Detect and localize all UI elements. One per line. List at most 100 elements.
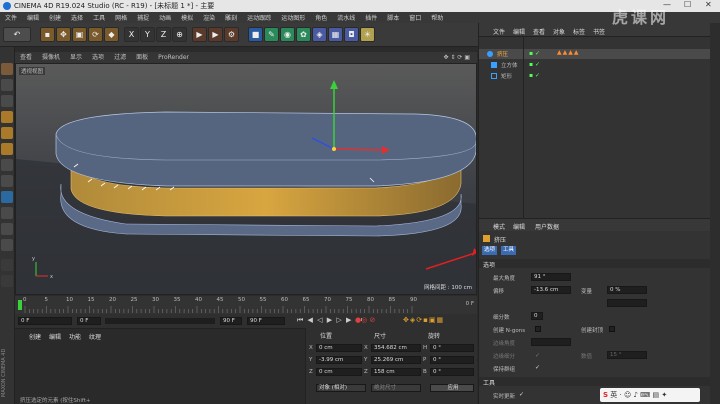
- points-mode-icon[interactable]: [1, 111, 13, 123]
- viewport-menu-cameras[interactable]: 摄像机: [37, 52, 65, 63]
- viewport-menu-options[interactable]: 选项: [87, 52, 109, 63]
- attr-menu-edit[interactable]: 编辑: [513, 222, 525, 231]
- start-frame-field[interactable]: 0 F: [18, 317, 72, 325]
- material-menu-create[interactable]: 创建: [29, 332, 41, 341]
- tab-options[interactable]: 选项: [482, 246, 498, 255]
- deformer-icon[interactable]: ◈: [312, 27, 327, 42]
- size-y-field[interactable]: 25.269 cm: [371, 356, 421, 364]
- menu-script[interactable]: 脚本: [382, 12, 404, 22]
- rot-b-field[interactable]: 0 °: [430, 368, 474, 376]
- material-menu-edit[interactable]: 编辑: [49, 332, 61, 341]
- menu-animate[interactable]: 动画: [154, 12, 176, 22]
- edge-subdivision-checkbox[interactable]: ✓: [535, 352, 540, 359]
- menu-mesh[interactable]: 网格: [110, 12, 132, 22]
- pos-y-field[interactable]: -3.99 cm: [316, 356, 362, 364]
- array-icon[interactable]: ✿: [296, 27, 311, 42]
- timeline[interactable]: 0 5 10 15 20 25 30 35 40 45 50 55 60 65 70 75 80 85 90 0 F: [15, 296, 477, 314]
- pos-x-field[interactable]: 0 cm: [316, 344, 362, 352]
- playback-controls[interactable]: ⏮ ◀ ◁ ▶ ▷ ▶ ⏭: [297, 316, 363, 325]
- size-mode-select[interactable]: 绝对尺寸: [371, 384, 421, 392]
- edge-angle-field[interactable]: [531, 338, 571, 346]
- pos-z-field[interactable]: 0 cm: [316, 368, 362, 376]
- frame-range-slider[interactable]: [105, 318, 215, 324]
- cube-icon[interactable]: ■: [248, 27, 263, 42]
- recent-tool-icon[interactable]: ◆: [104, 27, 119, 42]
- menu-file[interactable]: 文件: [0, 12, 22, 22]
- record-keys-icon[interactable]: ●◎ ⊘: [355, 316, 375, 324]
- texture-mode-icon[interactable]: [1, 95, 13, 107]
- lock-workplane-icon[interactable]: [1, 207, 13, 219]
- move-icon[interactable]: ✥: [56, 27, 71, 42]
- menu-create[interactable]: 创建: [44, 12, 66, 22]
- object-row-cube[interactable]: 立方体 ▪ ✓: [479, 60, 711, 70]
- obj-menu-edit[interactable]: 编辑: [513, 27, 525, 36]
- viewport-menu-panel[interactable]: 面板: [131, 52, 153, 63]
- rectangle-visibility-icon[interactable]: ▪ ✓: [529, 72, 540, 79]
- menu-character[interactable]: 角色: [310, 12, 332, 22]
- size-x-field[interactable]: 354.682 cm: [371, 344, 421, 352]
- material-menu-texture[interactable]: 纹理: [89, 332, 101, 341]
- rot-p-field[interactable]: 0 °: [430, 356, 474, 364]
- viewport-menu-view[interactable]: 查看: [15, 52, 37, 63]
- axis-x-button[interactable]: X: [124, 27, 139, 42]
- viewport-menu-prorender[interactable]: ProRender: [153, 52, 194, 63]
- obj-menu-bookmarks[interactable]: 书签: [593, 27, 605, 36]
- menu-mograph[interactable]: 运动图形: [276, 12, 310, 22]
- pen-icon[interactable]: ✎: [264, 27, 279, 42]
- maximize-button[interactable]: ☐: [684, 0, 691, 9]
- menu-pipeline[interactable]: 流水线: [332, 12, 360, 22]
- menu-plugins[interactable]: 插件: [360, 12, 382, 22]
- menu-simulate[interactable]: 模拟: [176, 12, 198, 22]
- axis-mode-icon[interactable]: [1, 159, 13, 171]
- edges-mode-icon[interactable]: [1, 127, 13, 139]
- close-button[interactable]: ✕: [705, 0, 712, 9]
- preserve-groups-checkbox[interactable]: ✓: [535, 364, 540, 371]
- viewport-menu-filter[interactable]: 过滤: [109, 52, 131, 63]
- menu-help[interactable]: 帮助: [426, 12, 448, 22]
- visibility-check-icon[interactable]: ▪ ✓: [529, 50, 540, 57]
- obj-menu-object[interactable]: 对象: [553, 27, 565, 36]
- perspective-viewport[interactable]: y x 透视视图 网格间距 : 100 cm: [15, 63, 477, 295]
- variance-field-2[interactable]: [607, 299, 647, 307]
- viewport-solo-icon[interactable]: [1, 259, 13, 271]
- key-tracks-icons[interactable]: ✥◈⟳▪▣▦: [403, 316, 444, 324]
- solo-icon[interactable]: [1, 239, 13, 251]
- apply-button[interactable]: 应用: [430, 384, 474, 392]
- phong-tags-icons[interactable]: ▲▲▲▲: [557, 49, 579, 56]
- viewport-menu-display[interactable]: 显示: [65, 52, 87, 63]
- viewport-nav-icons[interactable]: ✥ ⇕ ⟳ ▣: [439, 52, 475, 63]
- create-caps-checkbox[interactable]: [609, 326, 615, 332]
- rotate-icon[interactable]: ⟳: [88, 27, 103, 42]
- subdivision-field[interactable]: 0: [531, 312, 543, 320]
- render-settings-icon[interactable]: ⚙: [224, 27, 239, 42]
- scene-icon[interactable]: ▦: [328, 27, 343, 42]
- cube-visibility-icon[interactable]: ▪ ✓: [529, 61, 540, 68]
- workplane-icon[interactable]: [1, 223, 13, 235]
- camera-icon[interactable]: ◘: [344, 27, 359, 42]
- axis-z-button[interactable]: Z: [156, 27, 171, 42]
- live-selection-icon[interactable]: ▪: [40, 27, 55, 42]
- menu-render[interactable]: 渲染: [198, 12, 220, 22]
- current-frame-field[interactable]: 0 F: [77, 317, 101, 325]
- realtime-update-checkbox[interactable]: ✓: [519, 391, 524, 398]
- scale-icon[interactable]: ▣: [72, 27, 87, 42]
- attr-menu-mode[interactable]: 模式: [493, 222, 505, 231]
- max-frame-field[interactable]: 90 F: [247, 317, 285, 325]
- material-menu-function[interactable]: 功能: [69, 332, 81, 341]
- grid-icon[interactable]: [1, 275, 13, 287]
- object-row-extrude[interactable]: 挤压 ▪ ✓ ▲▲▲▲: [479, 49, 711, 59]
- obj-menu-file[interactable]: 文件: [493, 27, 505, 36]
- object-row-rectangle[interactable]: 矩形 ▪ ✓: [479, 71, 711, 81]
- snap-icon[interactable]: [1, 191, 13, 203]
- rot-h-field[interactable]: 0 °: [430, 344, 474, 352]
- coordinate-mode-select[interactable]: 对象 (相对): [316, 384, 366, 392]
- variance-field[interactable]: 0 %: [607, 286, 647, 294]
- tab-tools[interactable]: 工具: [501, 246, 517, 255]
- menu-snap[interactable]: 捕捉: [132, 12, 154, 22]
- tweak-mode-icon[interactable]: [1, 175, 13, 187]
- menu-sculpt[interactable]: 雕刻: [220, 12, 242, 22]
- menu-edit[interactable]: 编辑: [22, 12, 44, 22]
- right-side-tabs[interactable]: [710, 23, 720, 404]
- size-z-field[interactable]: 158 cm: [371, 368, 421, 376]
- create-ngons-checkbox[interactable]: [535, 326, 541, 332]
